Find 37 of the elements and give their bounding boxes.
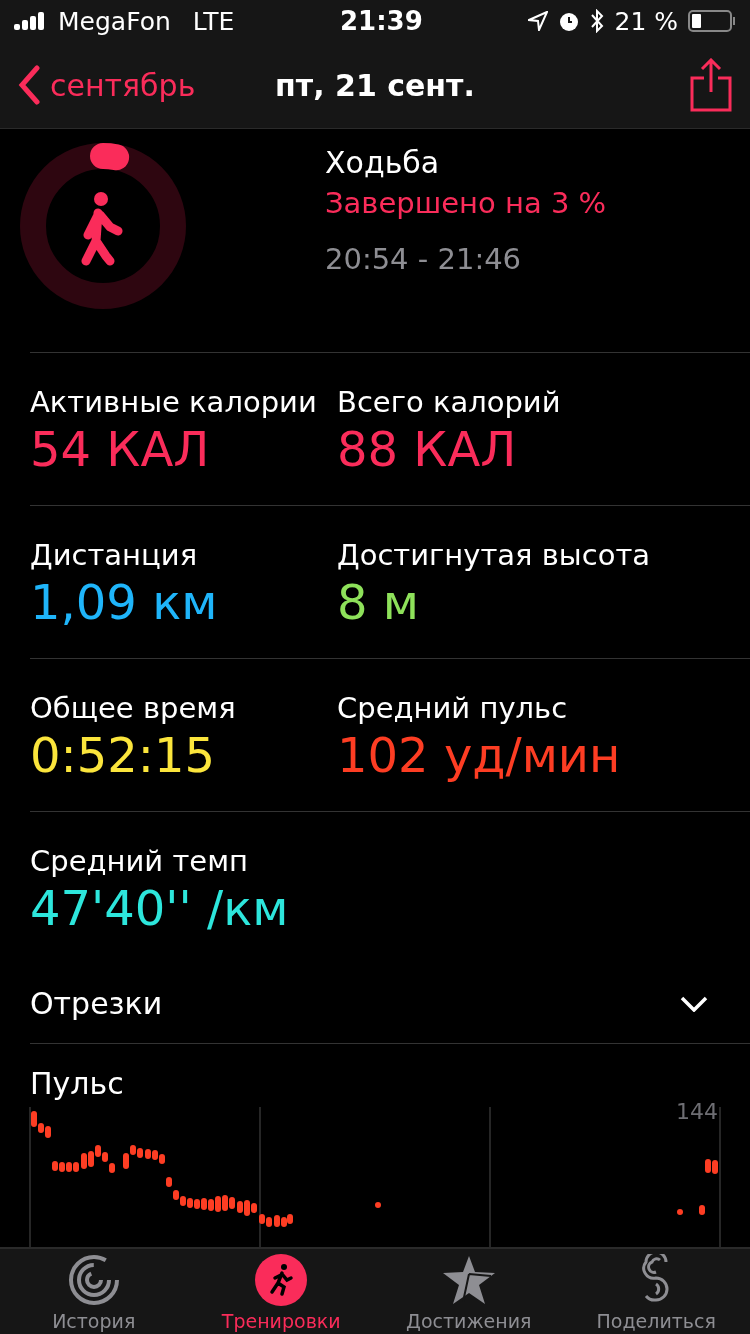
tab-bar-item[interactable]: Поделиться [562, 1249, 750, 1334]
location-arrow-icon [528, 11, 549, 31]
metric-value: 47'40'' /км [30, 880, 290, 936]
metric-label: Всего калорий [337, 385, 562, 419]
battery-icon [688, 10, 736, 32]
metric-label: Средний темп [30, 844, 249, 878]
time-range: 20:54 - 21:46 [325, 242, 523, 276]
rings-icon [67, 1254, 120, 1306]
metric-value: 1,09 км [30, 574, 219, 630]
workout-name: Ходьба [325, 145, 441, 180]
bluetooth-icon [590, 9, 605, 33]
metric-value: 54 КАЛ [30, 421, 211, 477]
metric-label: Средний пульс [337, 691, 569, 725]
metric-label: Дистанция [30, 538, 199, 572]
battery-percent: 21 % [614, 6, 678, 36]
network-type: LTE [192, 6, 235, 36]
completion-text: Завершено на 3 % [325, 186, 607, 220]
tab-bar-item[interactable]: История [0, 1249, 188, 1334]
metric-value: 8 м [337, 574, 420, 630]
metric-label: Общее время [30, 691, 237, 725]
metric-value: 102 уд/мин [337, 727, 622, 783]
carrier-name: MegaFon [58, 6, 171, 36]
axis-max-label: 144 [676, 1099, 718, 1124]
chevron-left-icon [18, 65, 40, 105]
tab-bar-item[interactable]: Достижения [375, 1249, 563, 1334]
metric-value: 88 КАЛ [337, 421, 518, 477]
pulse-title: Пульс [30, 1066, 125, 1101]
share-button[interactable] [690, 58, 732, 112]
running-figure-icon [255, 1254, 308, 1306]
nav-title: пт, 21 сент. [274, 67, 476, 103]
status-time: 21:39 [340, 6, 420, 36]
metric-value: 0:52:15 [30, 727, 217, 783]
metric-label: Активные калории [30, 385, 318, 419]
metric-label: Достигнутая высота [337, 538, 652, 572]
splits-row[interactable]: Отрезки [30, 964, 750, 1044]
tab-bar-item[interactable]: Тренировки [187, 1249, 375, 1334]
back-button[interactable]: сентябрь [18, 65, 196, 105]
